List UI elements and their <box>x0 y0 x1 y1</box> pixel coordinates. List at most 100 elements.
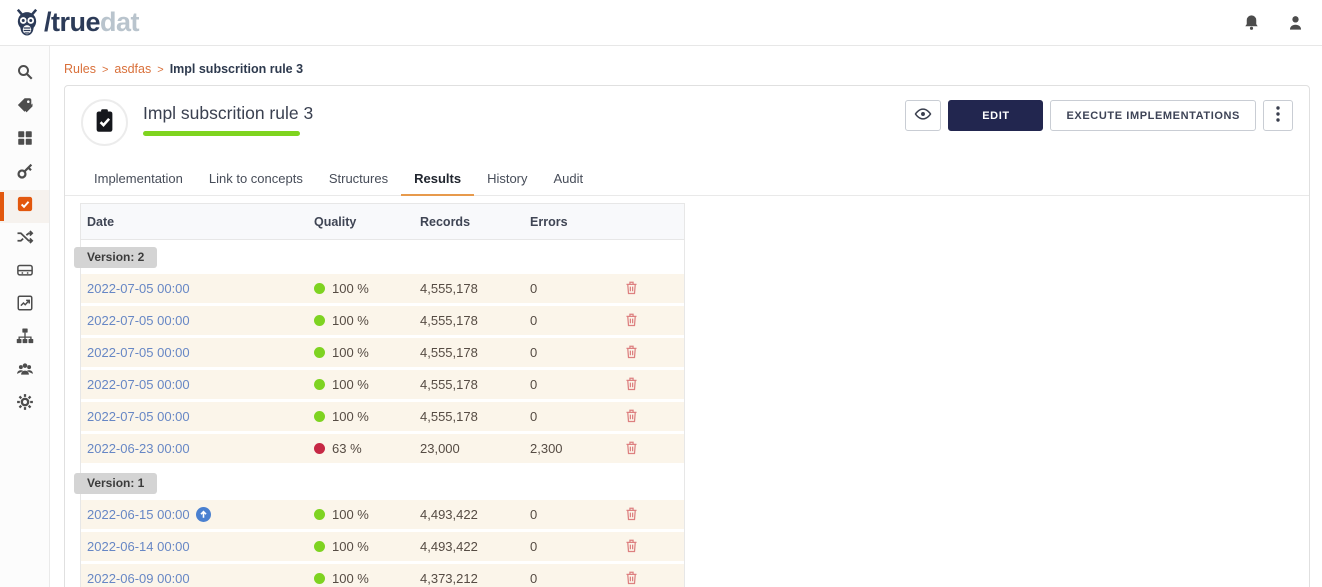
trash-icon <box>624 506 639 524</box>
result-row: 2022-07-05 00:00100 %4,555,1780 <box>81 402 684 434</box>
delete-result-button[interactable] <box>622 504 641 526</box>
breadcrumb-separator: > <box>157 64 163 76</box>
result-row: 2022-07-05 00:00100 %4,555,1780 <box>81 274 684 306</box>
records-value: 4,555,178 <box>414 345 524 360</box>
result-date-link[interactable]: 2022-07-05 00:00 <box>87 377 190 392</box>
page-title: Impl subscrition rule 3 <box>143 103 313 124</box>
breadcrumb-link[interactable]: Rules <box>64 62 96 76</box>
title-underline <box>143 131 300 136</box>
logo-text-secondary: dat <box>100 7 139 37</box>
result-date-link[interactable]: 2022-06-23 00:00 <box>87 441 190 456</box>
quality-status-dot <box>314 509 325 520</box>
quality-value: 100 % <box>332 539 369 554</box>
sidebar-item-chart-line[interactable] <box>0 289 49 322</box>
trash-icon <box>624 440 639 458</box>
edit-button[interactable]: EDIT <box>948 100 1043 131</box>
trash-icon <box>624 538 639 556</box>
delete-result-button[interactable] <box>622 438 641 460</box>
breadcrumb-link[interactable]: asdfas <box>114 62 151 76</box>
sidebar-item-grid[interactable] <box>0 124 49 157</box>
sidebar-item-shuffle[interactable] <box>0 223 49 256</box>
result-date-link[interactable]: 2022-06-14 00:00 <box>87 539 190 554</box>
result-row: 2022-07-05 00:00 100 % 4,555,1780 <box>81 338 684 370</box>
logo-text-primary: /true <box>44 7 100 37</box>
result-date-link[interactable]: 2022-06-15 00:00 <box>87 507 211 522</box>
result-date-link[interactable]: 2022-07-05 00:00 <box>87 345 190 360</box>
sidebar-item-key[interactable] <box>0 157 49 190</box>
arrow-up-circle-icon <box>196 507 211 522</box>
records-value: 23,000 <box>414 441 524 456</box>
sidebar-item-search[interactable] <box>0 58 49 91</box>
sidebar-item-gear[interactable] <box>0 388 49 421</box>
records-value: 4,555,178 <box>414 281 524 296</box>
result-date-link[interactable]: 2022-07-05 00:00 <box>87 409 190 424</box>
sidebar-item-sitemap[interactable] <box>0 322 49 355</box>
quality-value: 100 % <box>332 377 369 392</box>
tab-results[interactable]: Results <box>401 162 474 196</box>
version-badge: Version: 2 <box>74 247 157 268</box>
check-square-icon <box>16 195 34 218</box>
trash-icon <box>624 344 639 362</box>
delete-result-button[interactable] <box>622 406 641 428</box>
quality-status-dot <box>314 541 325 552</box>
search-icon <box>16 63 34 86</box>
grid-icon <box>16 129 34 152</box>
results-table-body: Version: 22022-07-05 00:00100 %4,555,178… <box>81 240 684 587</box>
quality-status-dot <box>314 573 325 584</box>
quality-value: 100 % <box>332 409 369 424</box>
trash-icon <box>624 408 639 426</box>
more-options-button[interactable] <box>1263 100 1293 131</box>
errors-value: 0 <box>524 377 604 392</box>
tab-history[interactable]: History <box>474 162 540 195</box>
delete-result-button[interactable] <box>622 342 641 364</box>
errors-value: 2,300 <box>524 441 604 456</box>
rule-card: Impl subscrition rule 3 EDIT EXECUTE IMP… <box>64 85 1310 587</box>
drawer-icon <box>16 261 34 284</box>
breadcrumb: Rules>asdfas>Impl subscrition rule 3 <box>64 62 1322 76</box>
shuffle-icon <box>16 228 34 251</box>
delete-result-button[interactable] <box>622 278 641 300</box>
sidebar-item-tags[interactable] <box>0 91 49 124</box>
sidebar-item-drawer[interactable] <box>0 256 49 289</box>
quality-value: 100 % <box>332 313 369 328</box>
result-date-link[interactable]: 2022-07-05 00:00 <box>87 313 190 328</box>
rule-type-badge <box>81 99 128 146</box>
delete-result-button[interactable] <box>622 374 641 396</box>
execute-implementations-button[interactable]: EXECUTE IMPLEMENTATIONS <box>1050 100 1256 131</box>
sidebar-item-users[interactable] <box>0 355 49 388</box>
rule-actions: EDIT EXECUTE IMPLEMENTATIONS <box>905 100 1293 131</box>
delete-result-button[interactable] <box>622 568 641 587</box>
notifications-bell-icon[interactable] <box>1242 13 1262 33</box>
errors-value: 0 <box>524 313 604 328</box>
trash-icon <box>624 376 639 394</box>
breadcrumb-current: Impl subscrition rule 3 <box>170 62 303 76</box>
result-date-link[interactable]: 2022-06-09 00:00 <box>87 571 190 586</box>
result-row: 2022-06-14 00:00100 %4,493,4220 <box>81 532 684 564</box>
app-logo[interactable]: /truedat <box>12 7 139 38</box>
tab-bar: ImplementationLink to conceptsStructures… <box>65 162 1309 196</box>
results-table: DateQualityRecordsErrors Version: 22022-… <box>80 203 685 587</box>
result-row: 2022-07-05 00:00100 %4,555,1780 <box>81 306 684 338</box>
tab-link-to-concepts[interactable]: Link to concepts <box>196 162 316 195</box>
delete-result-button[interactable] <box>622 310 641 332</box>
quality-status-dot <box>314 315 325 326</box>
tab-structures[interactable]: Structures <box>316 162 401 195</box>
tab-implementation[interactable]: Implementation <box>81 162 196 195</box>
errors-value: 0 <box>524 345 604 360</box>
preview-button[interactable] <box>905 100 941 131</box>
quality-status-dot <box>314 443 325 454</box>
column-header-records: Records <box>414 215 524 229</box>
version-group-row: Version: 1 <box>81 466 684 500</box>
quality-value: 100 % <box>332 345 369 360</box>
tab-audit[interactable]: Audit <box>541 162 597 195</box>
records-value: 4,493,422 <box>414 507 524 522</box>
quality-status-dot <box>314 347 325 358</box>
result-row: 2022-06-15 00:00100 %4,493,4220 <box>81 500 684 532</box>
sidebar-item-check-square[interactable] <box>0 190 49 223</box>
column-header-errors: Errors <box>524 215 604 229</box>
key-icon <box>16 162 34 185</box>
user-icon[interactable] <box>1286 13 1306 33</box>
delete-result-button[interactable] <box>622 536 641 558</box>
result-date-link[interactable]: 2022-07-05 00:00 <box>87 281 190 296</box>
chart-line-icon <box>16 294 34 317</box>
